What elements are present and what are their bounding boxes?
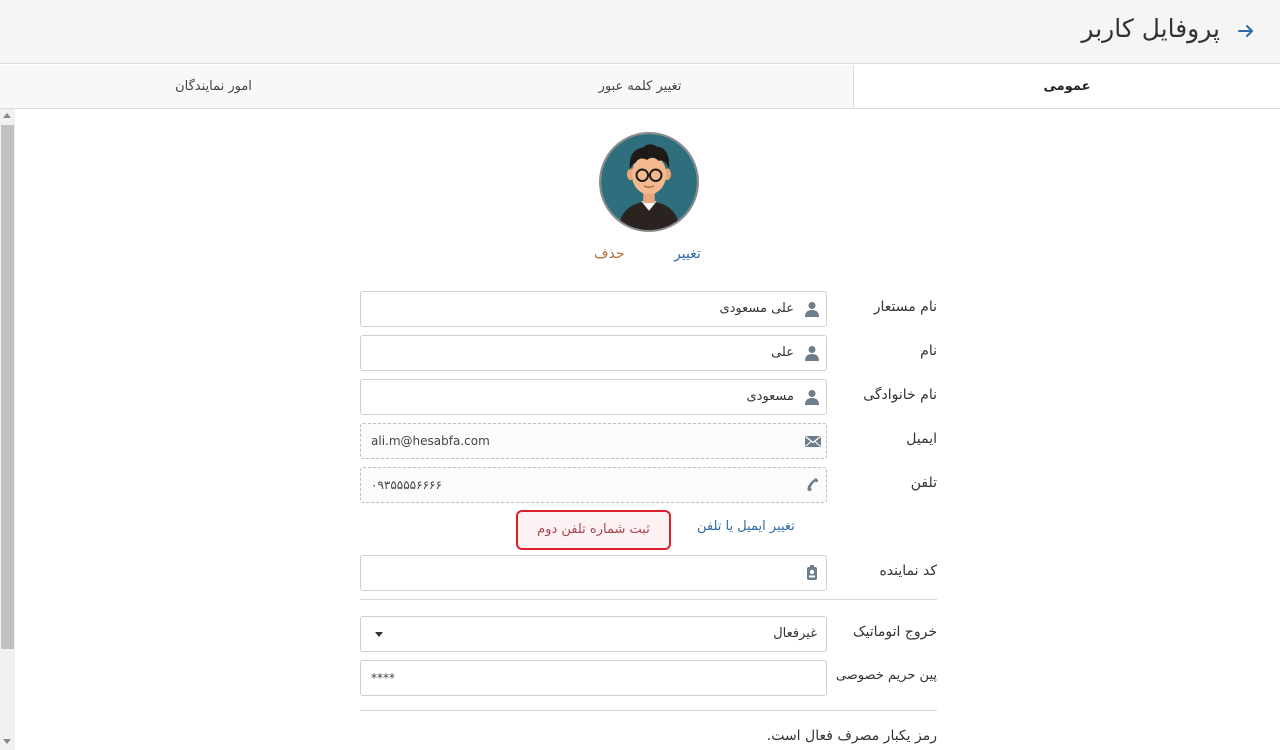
last-name-label: نام خانوادگی: [863, 387, 937, 403]
phone-field: ۰۹۳۵۵۵۵۶۶۶۶: [360, 467, 827, 503]
avatar-delete-link[interactable]: حذف: [594, 246, 625, 262]
email-field: ali.m@hesabfa.com: [360, 423, 827, 459]
user-icon: [805, 390, 819, 405]
username-input[interactable]: علی مسعودی: [360, 291, 827, 327]
scroll-down-arrow-icon[interactable]: [3, 739, 11, 744]
phone-value: ۰۹۳۵۵۵۵۶۶۶۶: [371, 478, 442, 492]
email-label: ایمیل: [906, 431, 937, 447]
agent-badge-icon: [807, 565, 817, 580]
scroll-up-arrow-icon[interactable]: [3, 113, 11, 118]
section-divider: [360, 710, 937, 711]
avatar-change-link[interactable]: تغییر: [674, 246, 701, 262]
register-second-phone-button[interactable]: ثبت شماره تلفن دوم: [516, 510, 671, 550]
user-icon: [805, 302, 819, 317]
auto-logout-label: خروج اتوماتیک: [852, 624, 937, 640]
user-avatar-icon: [601, 134, 697, 230]
first-name-input[interactable]: علی: [360, 335, 827, 371]
user-icon: [805, 346, 819, 361]
username-value: علی مسعودی: [719, 301, 794, 316]
first-name-label: نام: [920, 343, 937, 359]
tab-change-password[interactable]: تغییر کلمه عبور: [427, 65, 853, 108]
tab-agency[interactable]: امور نمایندگان: [0, 65, 427, 108]
envelope-icon: [805, 435, 821, 447]
agent-code-input[interactable]: [360, 555, 827, 591]
otp-status-text: رمز یکبار مصرف فعال است.: [766, 728, 937, 744]
privacy-pin-input[interactable]: ****: [360, 660, 827, 696]
scrollbar-thumb[interactable]: [1, 125, 14, 649]
change-email-or-phone-link[interactable]: تغییر ایمیل یا تلفن: [697, 519, 795, 534]
auto-logout-select[interactable]: غیرفعال: [360, 616, 827, 652]
agent-code-label: کد نماینده: [879, 563, 937, 579]
last-name-value: مسعودی: [746, 389, 794, 404]
privacy-pin-value: ****: [371, 671, 395, 685]
username-label: نام مستعار: [873, 299, 937, 315]
tab-general[interactable]: عمومی: [853, 65, 1280, 108]
phone-label: تلفن: [910, 475, 937, 491]
page-title: پروفایل کاربر: [1081, 14, 1220, 43]
privacy-pin-label: پین حریم خصوصی: [835, 668, 937, 683]
page-header: پروفایل کاربر: [0, 0, 1280, 64]
first-name-value: علی: [771, 345, 794, 360]
tab-bar: عمومی تغییر کلمه عبور امور نمایندگان: [0, 65, 1280, 109]
avatar: [599, 132, 699, 232]
auto-logout-value: غیرفعال: [773, 626, 817, 641]
last-name-input[interactable]: مسعودی: [360, 379, 827, 415]
chevron-down-icon: [375, 632, 383, 637]
section-divider: [360, 599, 937, 600]
phone-icon: [807, 478, 819, 492]
email-value: ali.m@hesabfa.com: [371, 434, 490, 448]
back-arrow-icon[interactable]: [1236, 20, 1256, 42]
vertical-scrollbar[interactable]: [0, 109, 15, 750]
